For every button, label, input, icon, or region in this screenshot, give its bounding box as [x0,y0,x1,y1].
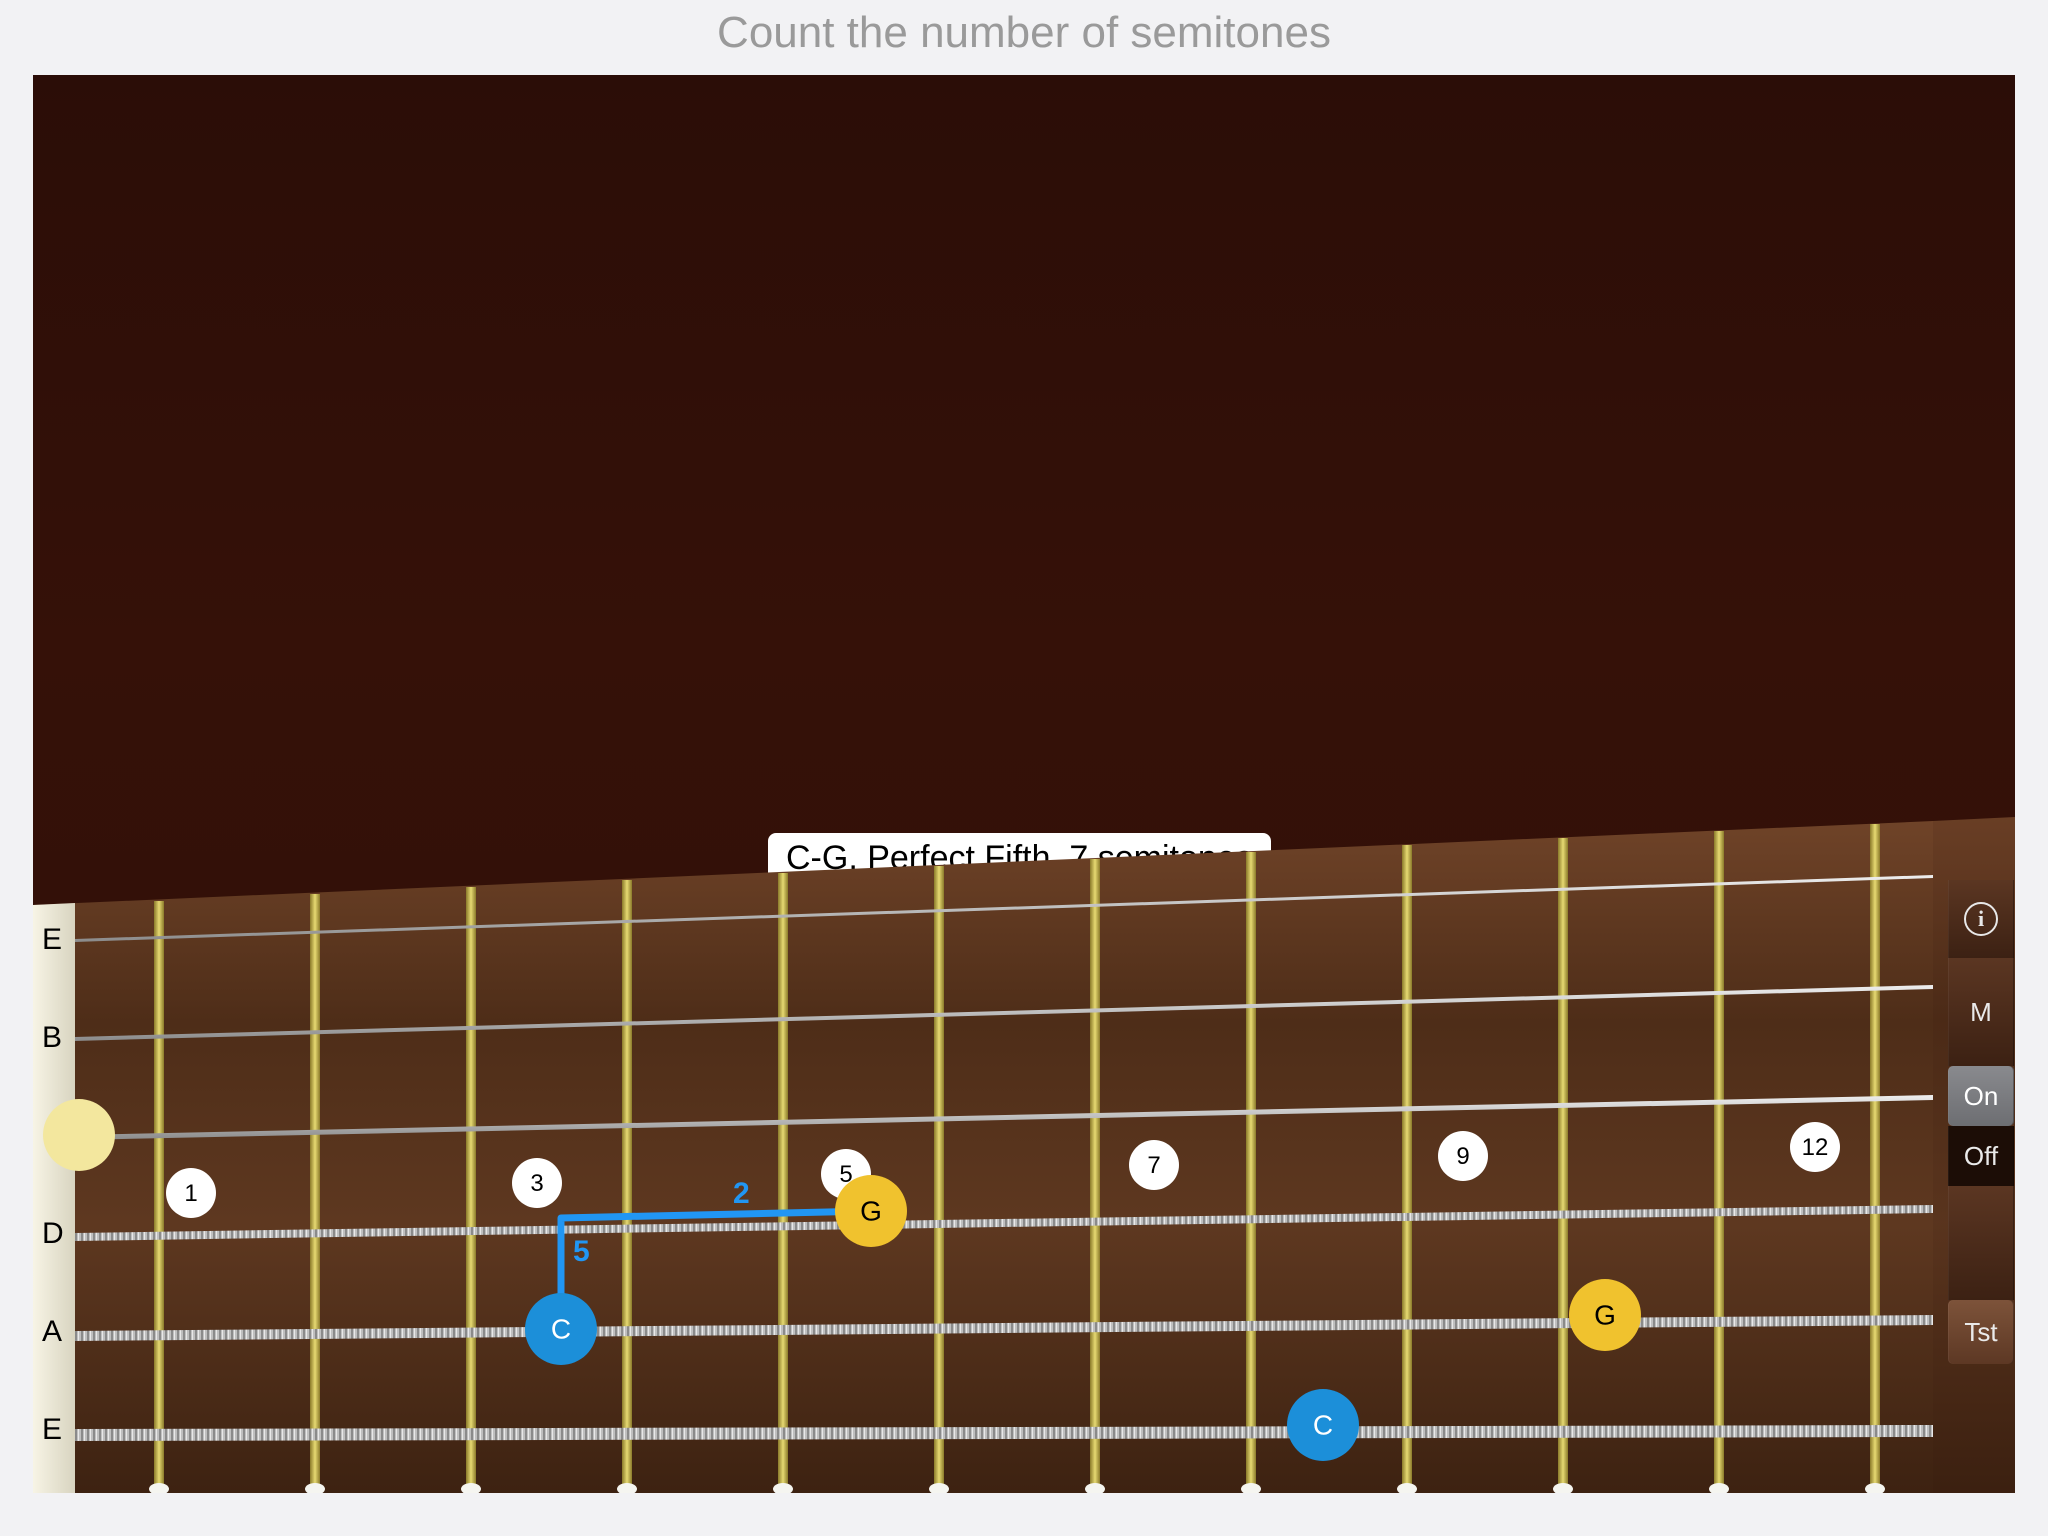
mode-label: M [1970,997,1992,1028]
on-button[interactable]: On [1948,1066,2014,1126]
svg-text:12: 12 [1802,1134,1829,1161]
string-label-e-low: E [42,1413,62,1446]
string-label-d: D [42,1217,64,1250]
string-label-e-high: E [42,923,62,956]
note-c-a3-label: C [551,1314,571,1345]
test-label: Tst [1964,1317,1997,1348]
page-title: Count the number of semitones [0,8,2048,58]
note-open-g[interactable] [43,1099,115,1171]
string-label-b: B [42,1021,62,1054]
on-label: On [1964,1081,1999,1112]
nut [33,903,75,1493]
fretboard[interactable]: E B G D A E 1 3 5 7 9 12 2 5 [33,75,2015,1493]
note-c-e8-label: C [1313,1410,1333,1441]
right-toolbar: i M On Off Tst [1948,880,2014,1508]
note-g-d5-label: G [860,1196,882,1227]
main-panel: C-G, Perfect Fifth, 7 semitones [33,75,2015,1493]
spacer [1948,1186,2014,1300]
svg-text:7: 7 [1147,1152,1160,1179]
info-button[interactable]: i [1948,880,2014,958]
svg-text:9: 9 [1456,1143,1469,1170]
info-icon: i [1964,902,1998,936]
test-button[interactable]: Tst [1948,1300,2014,1364]
path-horizontal-count: 2 [733,1177,750,1210]
svg-text:3: 3 [530,1170,543,1197]
svg-text:1: 1 [184,1180,197,1207]
string-label-a: A [42,1315,62,1348]
off-label: Off [1964,1141,1998,1172]
note-g-a10-label: G [1594,1300,1616,1331]
mode-button[interactable]: M [1948,958,2014,1066]
off-button[interactable]: Off [1948,1126,2014,1186]
path-vertical-count: 5 [573,1235,590,1268]
